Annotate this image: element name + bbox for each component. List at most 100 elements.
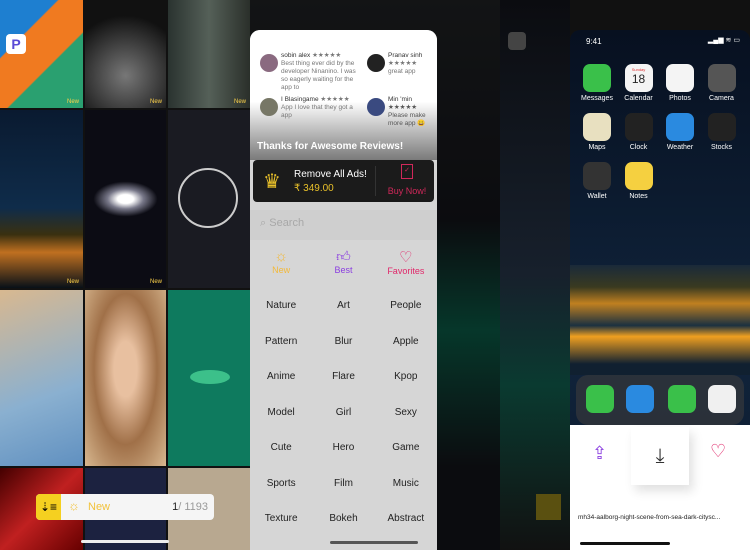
tab-favorites[interactable]: ♡ Favorites [375,248,437,288]
new-tag: New [149,279,162,285]
category-sports[interactable]: Sports [250,466,312,502]
buy-now-button[interactable]: ✓ Buy Now! [379,164,435,199]
category-people[interactable]: People [375,288,437,324]
download-icon: ⤓ [655,445,665,467]
calendar-app-icon[interactable]: Sunday 18 Calendar [619,64,659,102]
search-placeholder: Search [269,217,305,229]
category-texture[interactable]: Texture [250,501,312,537]
wallpaper-tile[interactable]: P New [0,0,83,108]
category-abstract[interactable]: Abstract [375,501,437,537]
sun-icon: ☼ [68,498,80,513]
camera-app-icon[interactable]: Camera [702,64,742,102]
maps-app-icon[interactable]: Maps [577,113,617,151]
app-label: Calendar [624,95,653,102]
review: sobin alex ★★★★★ Best thing ever did by t… [281,52,356,91]
tab-new[interactable]: ☼ New [250,248,312,288]
avatar [367,98,385,116]
safari-app-icon[interactable] [626,385,654,413]
ads-price: ₹ 349.00 [294,183,334,194]
avatar [367,54,385,72]
wallpaper-tile[interactable] [0,290,83,466]
new-tag: New [233,99,246,105]
home-indicator [580,542,670,545]
search-icon: ⌕ [260,217,267,229]
category-model[interactable]: Model [250,395,312,431]
clock-app-icon[interactable]: Clock [619,113,659,151]
total-count: / 1193 [178,501,208,513]
wallpaper-tile[interactable]: New [85,110,166,288]
app-icon-graphic [583,64,611,92]
weather-app-icon[interactable]: Weather [660,113,700,151]
download-button[interactable]: ⤓ [631,427,689,485]
new-tag: New [149,99,162,105]
app-label: Maps [588,144,606,151]
remove-ads-banner[interactable]: ♛ Remove All Ads! ₹ 349.00 ✓ Buy Now! [253,160,434,202]
category-bokeh[interactable]: Bokeh [312,501,374,537]
category-nature[interactable]: Nature [250,288,312,324]
app-icon-graphic [624,162,653,190]
music-app-icon[interactable] [708,385,736,413]
favorite-heart-icon[interactable]: ♡ [710,441,726,462]
thumbs-up-icon: 👍︎ [336,248,351,264]
category-anime[interactable]: Anime [250,359,312,395]
category-game[interactable]: Game [375,430,437,466]
menu-panel: sobin alex ★★★★★ Best thing ever did by t… [250,30,437,550]
avatar [260,54,278,72]
category-blur[interactable]: Blur [312,324,374,360]
category-pattern[interactable]: Pattern [250,324,312,360]
phone-app-icon[interactable] [586,385,614,413]
wallpaper-tile[interactable]: New [85,0,166,108]
city-lights [570,265,750,375]
category-film[interactable]: Film [312,466,374,502]
sort-icon[interactable]: ⇣≡ [36,494,61,520]
messages-app-icon[interactable]: Messages [577,64,617,102]
home-indicator [330,541,418,544]
new-tag: New [66,99,79,105]
app-label: Wallet [587,193,607,200]
page-counter: 1/ 1193 [172,501,208,513]
wallpaper-tile[interactable]: New [168,0,250,108]
tabs: ☼ New 👍︎ Best ♡ Favorites [250,240,437,288]
app-icon-graphic: Sunday 18 [624,64,653,92]
review: Pranav sinh ★★★★★ great app [388,52,423,75]
app-label: Clock [629,144,648,151]
shopping-bag-icon: ✓ [401,164,413,179]
stocks-app-icon[interactable]: Stocks [702,113,742,151]
photos-app-icon[interactable]: Photos [660,64,700,102]
reviews-banner: Thanks for Awesome Reviews! [257,141,404,152]
filter-bar[interactable]: ⇣≡ ☼ New 1/ 1193 [36,494,214,520]
status-time: 9:41 [586,37,602,46]
wallpaper-tile[interactable] [168,290,250,466]
search-input[interactable]: ⌕ Search [250,210,437,240]
category-kpop[interactable]: Kpop [375,359,437,395]
wallet-app-icon[interactable]: Wallet [577,162,617,200]
tab-best[interactable]: 👍︎ Best [312,248,374,288]
app-icon-graphic [624,113,653,141]
app-label: Photos [669,95,691,102]
category-girl[interactable]: Girl [312,395,374,431]
share-icon[interactable]: ⇪ [592,443,607,464]
wallpaper-tile[interactable] [168,110,250,288]
dock [576,375,744,425]
category-apple[interactable]: Apple [375,324,437,360]
wallpaper-tile[interactable] [85,290,166,466]
filter-label: New [88,501,111,513]
category-sexy[interactable]: Sexy [375,395,437,431]
category-flare[interactable]: Flare [312,359,374,395]
avatar [260,98,278,116]
messages-dock-icon[interactable] [668,385,696,413]
category-grid: Nature Art People Pattern Blur Apple Anime Flar… [250,288,437,537]
new-tag: New [66,279,79,285]
app-label: Camera [709,95,734,102]
category-art[interactable]: Art [312,288,374,324]
crown-icon: ♛ [263,171,281,193]
calendar-date: 18 [631,72,646,86]
notes-app-icon[interactable]: Notes [619,162,659,200]
app-icon-graphic [583,113,611,141]
category-hero[interactable]: Hero [312,430,374,466]
category-music[interactable]: Music [375,466,437,502]
category-cute[interactable]: Cute [250,430,312,466]
sun-icon: ☼ [274,248,289,265]
status-icons: ▂▄▆ ≋ ▭ [707,37,740,44]
wallpaper-tile[interactable]: New [0,110,83,288]
